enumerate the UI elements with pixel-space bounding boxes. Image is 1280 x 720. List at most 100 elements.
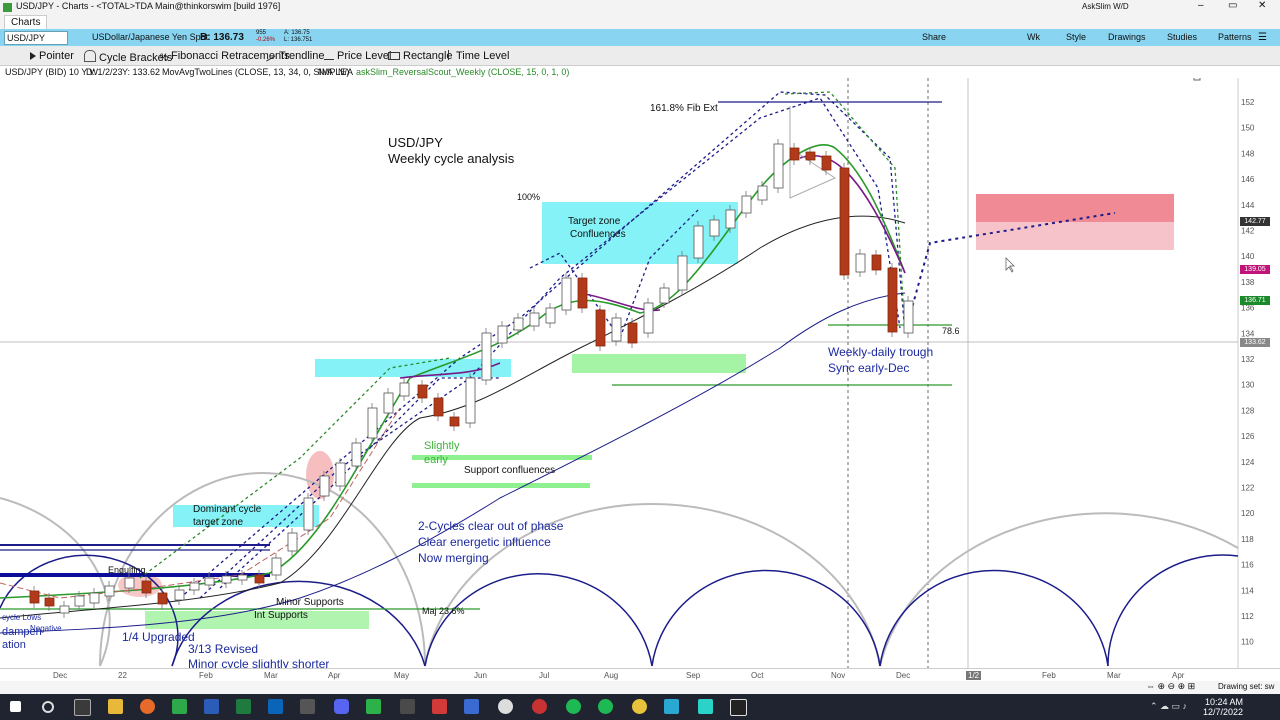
tool-pointer[interactable]: Pointer [30, 50, 74, 62]
square-icon[interactable] [1193, 78, 1201, 81]
candle-body [74, 595, 85, 607]
minimize-button[interactable]: – [1198, 0, 1204, 11]
candle-body [595, 309, 606, 347]
now-merging-label: Now merging [418, 551, 489, 565]
minor-cycle-shorter-label: Minor cycle slightly shorter [188, 657, 330, 668]
candle-body [887, 267, 898, 333]
app-icon-generic[interactable] [498, 699, 513, 714]
window-title: USD/JPY - Charts - <TOTAL>TDA Main@think… [16, 1, 281, 11]
app-icon-generic[interactable] [300, 699, 315, 714]
patterns-button[interactable]: Patterns [1218, 32, 1252, 42]
tool-price-level-label: Price Level [337, 50, 392, 62]
spotify-icon[interactable] [566, 699, 581, 714]
int-supports-label: Int Supports [254, 610, 308, 621]
price-tick: 138 [1241, 278, 1255, 287]
mouse-cursor-icon [1005, 257, 1015, 273]
user-label[interactable]: AskSlim W/D [1082, 2, 1129, 11]
zoom-controls-icon[interactable]: ⇔ ⊕ ⊖ ⊕ ⊞ [1146, 681, 1195, 692]
clock-time[interactable]: 10:24 AM [1205, 697, 1243, 707]
ation-label: ation [2, 639, 26, 651]
projection-zone-upper [976, 194, 1174, 222]
style-button[interactable]: Style [1066, 32, 1086, 42]
price-tick: 116 [1241, 561, 1254, 570]
bid-change: 955 [256, 30, 267, 36]
tab-charts[interactable]: Charts [4, 15, 48, 30]
candle-body [513, 317, 524, 331]
time-tick: Oct [751, 671, 764, 680]
time-tick: Sep [686, 671, 701, 680]
candle-body [561, 277, 572, 311]
studies-button[interactable]: Studies [1167, 32, 1197, 42]
time-tick: Feb [199, 671, 213, 680]
bid-price: B: 136.73 [200, 32, 244, 43]
status-row: ⇔ ⊕ ⊖ ⊕ ⊞ Drawing set: sw [0, 681, 1280, 694]
cycles-out-of-phase-label: 2-Cycles clear out of phase [418, 519, 564, 533]
word-icon[interactable] [204, 699, 219, 714]
candle-body [449, 416, 460, 427]
target-zone-label-2: target zone [193, 517, 244, 528]
search-icon[interactable] [42, 701, 54, 713]
time-tick: Apr [1172, 671, 1185, 680]
discord-icon[interactable] [334, 699, 349, 714]
app-icon-generic[interactable] [698, 699, 713, 714]
windows-start-icon[interactable] [10, 701, 21, 712]
price-tick: 110 [1241, 638, 1254, 647]
app-icon-generic[interactable] [464, 699, 479, 714]
fibonacci-icon: % [160, 52, 169, 62]
chart-subtitle: Weekly cycle analysis [388, 151, 515, 166]
menu-icon[interactable]: ☰ [1258, 32, 1267, 43]
tool-rectangle[interactable]: Rectangle [388, 50, 453, 62]
thinkorswim-icon[interactable] [172, 699, 187, 714]
price-tick: 128 [1241, 406, 1255, 415]
price-tag: 133.62 [1240, 338, 1270, 347]
tool-time-level[interactable]: Time Level [448, 50, 509, 62]
candle-body [903, 300, 914, 334]
outlook-icon[interactable] [268, 699, 283, 714]
app-icon-generic[interactable] [432, 699, 447, 714]
price-tick: 114 [1241, 586, 1254, 595]
candle-body [335, 462, 346, 487]
candle-body [545, 307, 556, 324]
cursor-date: D: 1/2/23 [86, 67, 123, 77]
chart-symbol-period: USD/JPY (BID) 10 Y W [5, 67, 99, 77]
candle-body [725, 209, 736, 229]
candle-body [271, 557, 282, 576]
support-zone-box [572, 354, 746, 373]
app-icon-generic[interactable] [598, 699, 613, 714]
candle-body [124, 577, 135, 589]
task-view-icon[interactable] [74, 699, 91, 716]
app-icon-generic[interactable] [632, 699, 647, 714]
candle-body [319, 475, 330, 497]
excel-icon[interactable] [236, 699, 251, 714]
symbol-input[interactable]: USD/JPY [4, 31, 68, 45]
app-icon-generic[interactable] [664, 699, 679, 714]
close-button[interactable]: ✕ [1258, 0, 1266, 11]
tool-price-level[interactable]: Price Level [324, 50, 391, 62]
firefox-icon[interactable] [140, 699, 155, 714]
pct-100-label: 100% [517, 192, 541, 202]
file-explorer-icon[interactable] [108, 699, 123, 714]
clock-date[interactable]: 12/7/2022 [1203, 707, 1243, 717]
drawings-button[interactable]: Drawings [1108, 32, 1146, 42]
candle-body [351, 442, 362, 467]
price-tick: 122 [1241, 484, 1255, 493]
windows-taskbar: ⌃ ☁ ▭ ♪ 10:24 AM 12/7/2022 [0, 694, 1280, 720]
app-icon-generic[interactable] [400, 699, 415, 714]
time-tick: Dec [53, 671, 68, 680]
symbol-bar: USD/JPY USDollar/Japanese Yen Spot B: 13… [0, 29, 1280, 47]
share-button[interactable]: Share [922, 32, 946, 42]
time-tick: Mar [1107, 671, 1121, 680]
app-icon-generic[interactable] [532, 699, 547, 714]
chat-icon[interactable] [366, 699, 381, 714]
tradingview-icon[interactable] [730, 699, 747, 716]
price-chart[interactable]: 1521501481461441421401381361341321301281… [0, 78, 1280, 668]
reversal-study-label[interactable]: askSlim_ReversalScout_Weekly (CLOSE, 15,… [356, 66, 569, 78]
price-tick: 118 [1241, 535, 1254, 544]
revised-label: 3/13 Revised [188, 642, 259, 656]
maximize-button[interactable]: ▭ [1228, 0, 1237, 11]
tool-trendline[interactable]: Trendline [266, 50, 324, 63]
wk-button[interactable]: Wk [1027, 32, 1040, 42]
time-tick: Jun [474, 671, 487, 680]
trendline-icon [266, 55, 276, 63]
tray-icons[interactable]: ⌃ ☁ ▭ ♪ [1150, 701, 1187, 712]
